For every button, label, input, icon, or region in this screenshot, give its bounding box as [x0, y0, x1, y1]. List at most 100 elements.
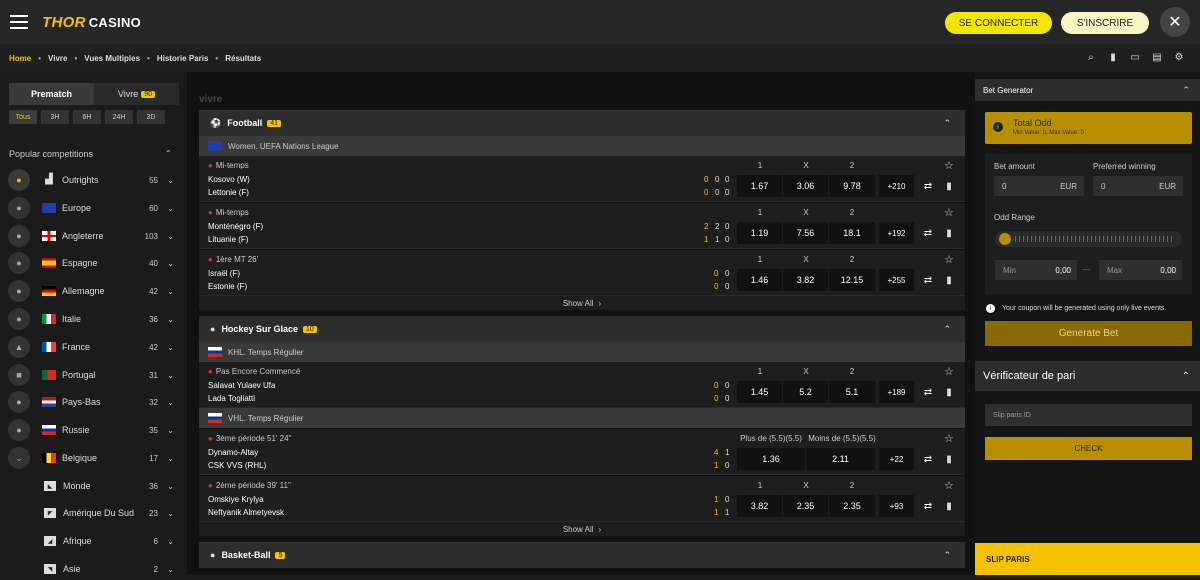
- swap-icon[interactable]: ⇄: [919, 175, 937, 197]
- odd-button[interactable]: 1.46: [737, 269, 782, 291]
- filter-3h[interactable]: 3H: [41, 110, 69, 124]
- menu-icon[interactable]: [10, 15, 28, 29]
- match-row[interactable]: ● Mi-temps Monténégro (F) Lituanie (F) 2 …: [199, 203, 965, 249]
- preferred-winning-input[interactable]: 0 EUR: [1093, 176, 1183, 196]
- stats-icon[interactable]: ▮: [940, 222, 958, 244]
- region-world[interactable]: ◣ Monde 36 ⌄: [44, 475, 180, 497]
- max-odd-input[interactable]: Max 0,00: [1099, 260, 1182, 280]
- region-asia[interactable]: ◥ Asie 2 ⌄: [44, 558, 180, 580]
- check-button[interactable]: CHECK: [985, 437, 1192, 460]
- odd-button[interactable]: 1.19: [737, 222, 782, 244]
- connect-button[interactable]: SE CONNECTER: [945, 12, 1052, 34]
- competition-netherlands[interactable]: ● Pays-Bas 32 ⌄: [8, 391, 180, 413]
- nav-home[interactable]: Home: [9, 54, 31, 63]
- star-icon[interactable]: ☆: [944, 365, 954, 378]
- competition-spain[interactable]: ● Espagne 40 ⌄: [8, 252, 180, 274]
- slider-handle[interactable]: [999, 233, 1011, 245]
- filter-24h[interactable]: 24H: [105, 110, 133, 124]
- swap-icon[interactable]: ⇄: [919, 222, 937, 244]
- match-row[interactable]: ● Pas Encore Commencé Salavat Yulaev Ufa …: [199, 362, 965, 408]
- star-icon[interactable]: ☆: [944, 432, 954, 445]
- odd-button[interactable]: 1.67: [737, 175, 782, 197]
- stats-icon[interactable]: ▮: [1102, 52, 1124, 63]
- odd-button[interactable]: 2.11: [806, 448, 875, 470]
- region-africa[interactable]: ◢ Afrique 6 ⌄: [44, 530, 180, 552]
- tab-vivre[interactable]: Vivre 90: [94, 83, 179, 105]
- stats-icon[interactable]: ▮: [940, 495, 958, 517]
- odd-button[interactable]: 3.06: [783, 175, 828, 197]
- close-icon[interactable]: ✕: [1160, 7, 1190, 37]
- stats-icon[interactable]: ▮: [940, 381, 958, 403]
- more-markets-button[interactable]: +210: [879, 175, 914, 197]
- odd-button[interactable]: 3.82: [783, 269, 828, 291]
- show-all-button[interactable]: Show All ›: [199, 522, 965, 536]
- chevron-up-icon[interactable]: ⌃: [943, 324, 951, 335]
- star-icon[interactable]: ☆: [944, 206, 954, 219]
- more-markets-button[interactable]: +192: [879, 222, 914, 244]
- competition-russia[interactable]: ● Russie 35 ⌄: [8, 419, 180, 441]
- section-hockey[interactable]: ● Hockey Sur Glace 10 ⌃: [199, 316, 965, 342]
- region-south-america[interactable]: ◤ Amérique Du Sud 23 ⌄: [44, 502, 180, 524]
- star-icon[interactable]: ☆: [944, 253, 954, 266]
- competition-europe[interactable]: ● Europe 60 ⌄: [8, 197, 180, 219]
- swap-icon[interactable]: ⇄: [919, 269, 937, 291]
- more-markets-button[interactable]: +255: [879, 269, 914, 291]
- odd-button[interactable]: 5.1: [829, 381, 875, 403]
- competition-belgium[interactable]: ⌄ Belgique 17 ⌄: [8, 447, 180, 469]
- filter-all[interactable]: Tous: [9, 110, 37, 124]
- match-row[interactable]: ● 2ème période 39' 11" Omskiye Krylya Nef…: [199, 476, 965, 522]
- filter-3d[interactable]: 3D: [137, 110, 165, 124]
- expand-icon[interactable]: ⌄: [8, 447, 30, 469]
- nav-vivre[interactable]: Vivre: [48, 54, 67, 63]
- generate-bet-button[interactable]: Generate Bet: [985, 321, 1192, 346]
- more-markets-button[interactable]: +93: [879, 495, 914, 517]
- competition-italy[interactable]: ● Italie 36 ⌄: [8, 308, 180, 330]
- logo[interactable]: THOR CASINO: [42, 14, 141, 31]
- nav-multi-view[interactable]: Vues Multiples: [84, 54, 140, 63]
- stats-icon[interactable]: ▮: [940, 448, 958, 470]
- swap-icon[interactable]: ⇄: [919, 495, 937, 517]
- odd-button[interactable]: 2.35: [783, 495, 828, 517]
- odd-button[interactable]: 2.35: [829, 495, 875, 517]
- competition-france[interactable]: ▲ France 42 ⌄: [8, 336, 180, 358]
- odd-button[interactable]: 9.78: [829, 175, 875, 197]
- stats-icon[interactable]: ▮: [940, 269, 958, 291]
- match-row[interactable]: ● 3ème période 51' 24" Dynamo-Altay CSK V…: [199, 429, 965, 475]
- match-row[interactable]: ● Mi-temps Kosovo (W) Lettonie (F) 0 0 0 …: [199, 156, 965, 202]
- competition-germany[interactable]: ● Allemagne 42 ⌄: [8, 280, 180, 302]
- competition-outrights[interactable]: ● ▟ Outrights 55 ⌄: [8, 169, 180, 191]
- calculator-icon[interactable]: ▤: [1146, 52, 1168, 63]
- chevron-up-icon[interactable]: ⌃: [943, 550, 951, 561]
- min-odd-input[interactable]: Min 0,00: [995, 260, 1077, 280]
- section-basketball[interactable]: ● Basket-Ball 5 ⌃: [199, 542, 965, 568]
- odd-button[interactable]: 5.2: [783, 381, 828, 403]
- monitor-icon[interactable]: ▭: [1124, 52, 1146, 63]
- competition-england[interactable]: ● Angleterre 103 ⌄: [8, 225, 180, 247]
- nav-results[interactable]: Résultats: [225, 54, 261, 63]
- odd-button[interactable]: 1.45: [737, 381, 782, 403]
- stats-icon[interactable]: ▮: [940, 175, 958, 197]
- star-icon[interactable]: ☆: [944, 479, 954, 492]
- filter-6h[interactable]: 6H: [73, 110, 101, 124]
- search-icon[interactable]: ⌕: [1080, 52, 1102, 63]
- odd-button[interactable]: 7.56: [783, 222, 828, 244]
- register-button[interactable]: S'INSCRIRE: [1061, 12, 1149, 34]
- odd-button[interactable]: 18.1: [829, 222, 875, 244]
- swap-icon[interactable]: ⇄: [919, 448, 937, 470]
- match-row[interactable]: ● 1ère MT 26' Israël (F) Estonie (F) 0 0 …: [199, 250, 965, 296]
- odd-button[interactable]: 12.15: [829, 269, 875, 291]
- swap-icon[interactable]: ⇄: [919, 381, 937, 403]
- star-icon[interactable]: ☆: [944, 159, 954, 172]
- bet-slip-bar[interactable]: SLIP PARIS: [975, 543, 1200, 575]
- tab-prematch[interactable]: Prematch: [9, 83, 94, 105]
- odd-button[interactable]: 3.82: [737, 495, 782, 517]
- gear-icon[interactable]: ⚙: [1168, 52, 1190, 63]
- bet-generator-header[interactable]: Bet Generator ⌃: [975, 79, 1200, 101]
- odd-range-slider[interactable]: [995, 231, 1182, 247]
- nav-history[interactable]: Historie Paris: [157, 54, 209, 63]
- bet-amount-input[interactable]: 0 EUR: [994, 176, 1084, 196]
- slip-id-input[interactable]: Slip paris ID: [985, 404, 1192, 426]
- more-markets-button[interactable]: +189: [879, 381, 914, 403]
- odd-button[interactable]: 1.36: [737, 448, 805, 470]
- bet-verifier-header[interactable]: Vérificateur de pari ⌃: [975, 361, 1200, 391]
